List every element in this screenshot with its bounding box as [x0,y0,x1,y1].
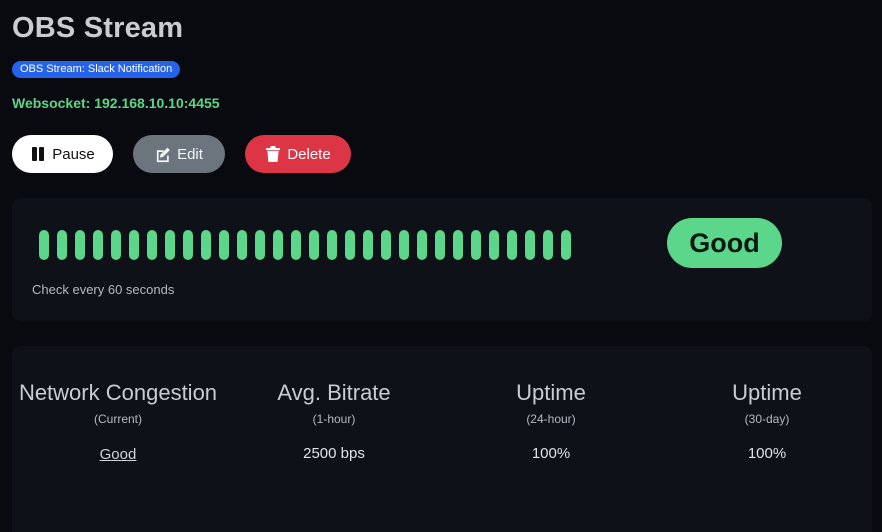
stat-value-link[interactable]: Good [18,446,218,463]
stat-sub: (24-hour) [526,412,576,426]
stat-title: Uptime [732,380,802,405]
stat-title: Uptime [516,380,586,405]
heartbeat-beat[interactable] [471,230,481,260]
stat-value: 2500 bps [303,445,365,462]
stat-uptime-24h: Uptime (24-hour) 100% [451,378,651,462]
trash-icon [265,146,281,162]
heartbeat-beat[interactable] [543,230,553,260]
stat-title: Network Congestion [18,380,218,405]
heartbeat-beat[interactable] [111,230,121,260]
heartbeat-beat[interactable] [381,230,391,260]
delete-button-label: Delete [287,145,331,163]
monitor-page: OBS Stream OBS Stream: Slack Notificatio… [0,0,882,532]
edit-icon [155,146,171,162]
websocket-address: Websocket: 192.168.10.10:4455 [12,95,220,111]
heartbeat-beat[interactable] [237,230,247,260]
pause-icon [30,146,46,162]
stat-network-congestion: Network Congestion (Current) Good [18,378,218,463]
heartbeat-beat[interactable] [399,230,409,260]
stat-value: 100% [531,445,571,462]
heartbeat-card: Check every 60 seconds Good [12,198,872,321]
heartbeat-beat[interactable] [147,230,157,260]
heartbeat-beat[interactable] [327,230,337,260]
delete-button[interactable]: Delete [245,135,351,173]
heartbeat-beat[interactable] [201,230,211,260]
edit-button[interactable]: Edit [133,135,225,173]
heartbeat-beat[interactable] [309,230,319,260]
heartbeat-beat[interactable] [219,230,229,260]
heartbeat-beat[interactable] [561,230,571,260]
heartbeat-bar [39,230,571,260]
heartbeat-beat[interactable] [129,230,139,260]
stats-card: Network Congestion (Current) Good Avg. B… [12,346,872,532]
stat-uptime-30d: Uptime (30-day) 100% [667,378,867,462]
heartbeat-beat[interactable] [453,230,463,260]
heartbeat-beat[interactable] [273,230,283,260]
heartbeat-beat[interactable] [417,230,427,260]
heartbeat-beat[interactable] [489,230,499,260]
heartbeat-beat[interactable] [39,230,49,260]
heartbeat-beat[interactable] [363,230,373,260]
notification-tag[interactable]: OBS Stream: Slack Notification [12,61,181,78]
page-title: OBS Stream [12,12,184,44]
pause-button-label: Pause [52,145,95,163]
heartbeat-beat[interactable] [345,230,355,260]
heartbeat-beat[interactable] [57,230,67,260]
stat-sub: (1-hour) [312,412,356,426]
pause-button[interactable]: Pause [12,135,113,173]
stat-value: 100% [747,445,787,462]
stat-sub: (Current) [93,412,142,426]
status-badge: Good [667,218,782,268]
check-interval: Check every 60 seconds [32,282,175,297]
heartbeat-beat[interactable] [525,230,535,260]
heartbeat-beat[interactable] [183,230,193,260]
edit-button-label: Edit [177,145,203,163]
heartbeat-beat[interactable] [435,230,445,260]
heartbeat-beat[interactable] [291,230,301,260]
stat-avg-bitrate: Avg. Bitrate (1-hour) 2500 bps [234,378,434,462]
heartbeat-beat[interactable] [93,230,103,260]
heartbeat-beat[interactable] [75,230,85,260]
heartbeat-beat[interactable] [165,230,175,260]
stat-sub: (30-day) [744,412,790,426]
stat-title: Avg. Bitrate [277,380,391,405]
heartbeat-beat[interactable] [507,230,517,260]
heartbeat-beat[interactable] [255,230,265,260]
